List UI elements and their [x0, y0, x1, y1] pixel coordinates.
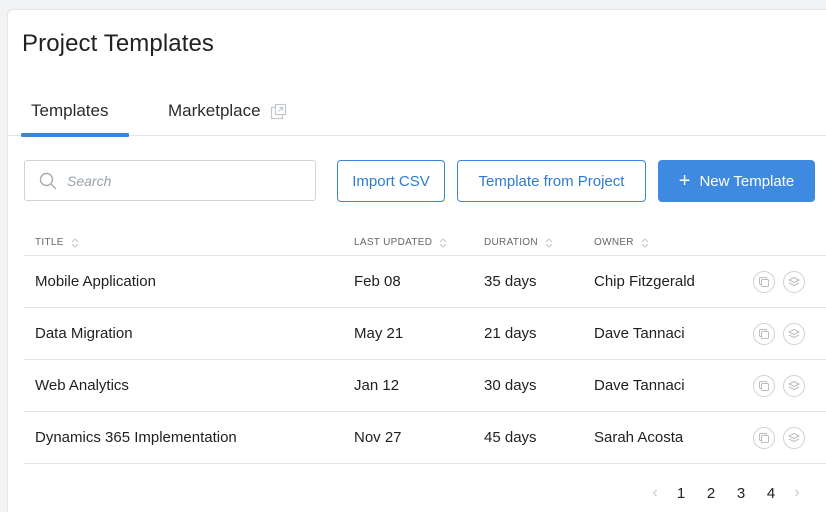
- pagination: ‹ 1 2 3 4 ›: [644, 484, 808, 502]
- page-title: Project Templates: [22, 30, 215, 57]
- row-duration: 21 days: [484, 325, 537, 342]
- row-duration: 45 days: [484, 429, 537, 446]
- layers-icon[interactable]: [783, 271, 805, 293]
- tab-marketplace-label: Marketplace: [168, 101, 261, 120]
- row-title: Mobile Application: [35, 273, 156, 290]
- column-duration-label: DURATION: [484, 237, 538, 248]
- search-box[interactable]: [24, 160, 316, 201]
- row-owner: Dave Tannaci: [594, 377, 685, 394]
- tab-bar: Templates Marketplace: [8, 96, 826, 137]
- tab-templates[interactable]: Templates: [31, 101, 108, 121]
- tab-templates-label: Templates: [31, 101, 109, 120]
- sort-icon: [641, 237, 649, 248]
- column-owner-label: OWNER: [594, 237, 634, 248]
- row-actions: [753, 375, 805, 397]
- page-link[interactable]: 4: [756, 485, 786, 502]
- row-actions: [753, 323, 805, 345]
- copy-icon[interactable]: [753, 323, 775, 345]
- column-title-label: TITLE: [35, 237, 64, 248]
- copy-icon[interactable]: [753, 427, 775, 449]
- row-last-updated: May 21: [354, 325, 404, 342]
- column-header-last-updated[interactable]: LAST UPDATED: [354, 237, 447, 248]
- row-last-updated: Feb 08: [354, 273, 401, 290]
- table-row[interactable]: Data Migration May 21 21 days Dave Tanna…: [24, 308, 826, 360]
- row-duration: 35 days: [484, 273, 537, 290]
- new-template-button[interactable]: + New Template: [658, 160, 815, 202]
- column-header-owner[interactable]: OWNER: [594, 237, 649, 248]
- template-from-project-label: Template from Project: [478, 172, 625, 190]
- search-icon: [39, 172, 57, 189]
- page-link[interactable]: 2: [696, 485, 726, 502]
- page-link[interactable]: 1: [666, 485, 696, 502]
- chevron-left-icon[interactable]: ‹: [644, 484, 666, 502]
- page-link[interactable]: 3: [726, 485, 756, 502]
- table-row[interactable]: Mobile Application Feb 08 35 days Chip F…: [24, 256, 826, 308]
- row-last-updated: Jan 12: [354, 377, 400, 394]
- table-row[interactable]: Dynamics 365 Implementation Nov 27 45 da…: [24, 412, 826, 464]
- row-owner: Chip Fitzgerald: [594, 273, 695, 290]
- row-actions: [753, 427, 805, 449]
- external-link-icon: [270, 103, 287, 120]
- tab-marketplace[interactable]: Marketplace: [168, 101, 287, 121]
- row-actions: [753, 271, 805, 293]
- table-header: TITLE LAST UPDATED DURATION OWNER: [24, 232, 826, 256]
- row-owner: Dave Tannaci: [594, 325, 685, 342]
- row-duration: 30 days: [484, 377, 537, 394]
- templates-panel: Project Templates Templates Marketplace …: [7, 9, 826, 512]
- row-last-updated: Nov 27: [354, 429, 402, 446]
- row-title: Web Analytics: [35, 377, 129, 394]
- sort-icon: [71, 237, 79, 248]
- new-template-label: New Template: [699, 172, 795, 190]
- chevron-right-icon[interactable]: ›: [786, 484, 808, 502]
- copy-icon[interactable]: [753, 271, 775, 293]
- import-csv-label: Import CSV: [352, 172, 430, 190]
- plus-icon: +: [678, 170, 691, 192]
- sort-icon: [545, 237, 553, 248]
- sort-icon: [439, 237, 447, 248]
- row-title: Data Migration: [35, 325, 133, 342]
- copy-icon[interactable]: [753, 375, 775, 397]
- column-updated-label: LAST UPDATED: [354, 237, 433, 248]
- active-tab-indicator: [21, 133, 129, 137]
- table-row[interactable]: Web Analytics Jan 12 30 days Dave Tannac…: [24, 360, 826, 412]
- search-input[interactable]: [67, 172, 297, 189]
- row-title: Dynamics 365 Implementation: [35, 429, 237, 446]
- row-owner: Sarah Acosta: [594, 429, 684, 446]
- column-header-title[interactable]: TITLE: [35, 237, 79, 248]
- template-from-project-button[interactable]: Template from Project: [457, 160, 646, 202]
- layers-icon[interactable]: [783, 323, 805, 345]
- layers-icon[interactable]: [783, 375, 805, 397]
- layers-icon[interactable]: [783, 427, 805, 449]
- column-header-duration[interactable]: DURATION: [484, 237, 553, 248]
- import-csv-button[interactable]: Import CSV: [337, 160, 445, 202]
